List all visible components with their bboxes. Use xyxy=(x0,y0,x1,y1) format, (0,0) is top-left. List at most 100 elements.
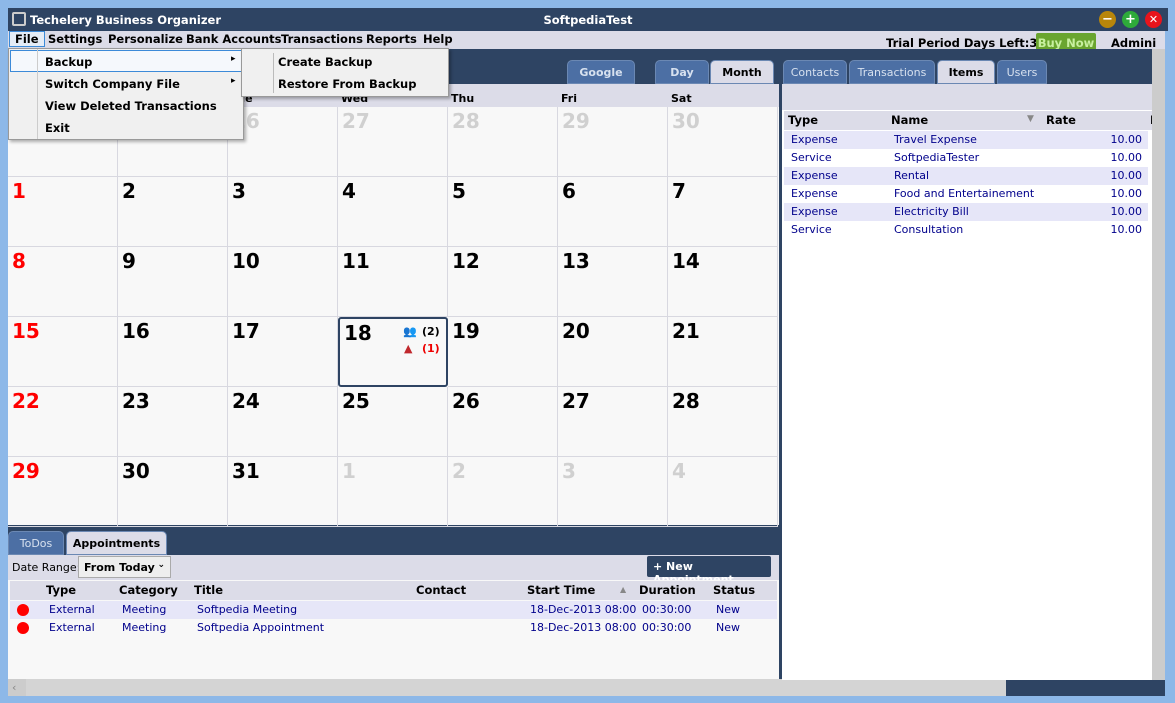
tab-users[interactable]: Users xyxy=(997,60,1047,84)
calendar-day[interactable]: 15 xyxy=(8,317,118,387)
tab-appointments[interactable]: Appointments xyxy=(66,531,167,555)
menu-transactions[interactable]: Transactions xyxy=(276,32,368,46)
calendar-day[interactable]: 22 xyxy=(8,387,118,457)
horizontal-scrollbar[interactable]: ‹ xyxy=(8,679,1006,696)
maximize-button[interactable]: + xyxy=(1122,11,1139,28)
col-duration[interactable]: Duration xyxy=(639,581,696,600)
calendar-day[interactable]: 7 xyxy=(668,177,778,247)
menu-item-restore-backup[interactable]: Restore From Backup xyxy=(278,77,416,91)
calendar-day[interactable]: 11 xyxy=(338,247,448,317)
day-number: 13 xyxy=(562,249,590,273)
calendar-day[interactable]: 4 xyxy=(668,457,778,527)
col-type[interactable]: Type xyxy=(46,581,76,600)
calendar-day[interactable]: 1 xyxy=(338,457,448,527)
cell-category: Meeting xyxy=(122,621,167,634)
col-start-time[interactable]: Start Time xyxy=(527,581,595,600)
calendar-day[interactable]: 13 xyxy=(558,247,668,317)
tab-todos[interactable]: ToDos xyxy=(8,531,64,555)
calendar-day[interactable]: 5 xyxy=(448,177,558,247)
day-number: 30 xyxy=(122,459,150,483)
calendar-day[interactable]: 27 xyxy=(558,387,668,457)
table-row[interactable]: Expense Food and Entertainement 10.00 xyxy=(784,185,1148,203)
scroll-left-icon[interactable]: ‹ xyxy=(12,681,16,694)
menu-help[interactable]: Help xyxy=(418,32,458,46)
sort-desc-icon: ▼ xyxy=(1027,114,1034,124)
day-header-thu: Thu xyxy=(451,92,475,105)
menu-reports[interactable]: Reports xyxy=(361,32,422,46)
calendar-day[interactable]: 12 xyxy=(448,247,558,317)
calendar-day[interactable]: 10 xyxy=(228,247,338,317)
table-row[interactable]: External Meeting Softpedia Meeting 18-Dec-2… xyxy=(10,601,777,619)
menu-settings[interactable]: Settings xyxy=(43,32,107,46)
col-type[interactable]: Type xyxy=(788,111,818,130)
calendar-day[interactable]: 24 xyxy=(228,387,338,457)
calendar-day[interactable]: 18 👥 (2) ▲ (1) xyxy=(338,317,448,387)
table-row[interactable]: Expense Rental 10.00 xyxy=(784,167,1148,185)
calendar-day[interactable]: 3 xyxy=(558,457,668,527)
tab-contacts[interactable]: Contacts xyxy=(783,60,847,84)
table-row[interactable]: External Meeting Softpedia Appointment 18-D… xyxy=(10,619,777,637)
minimize-button[interactable]: − xyxy=(1099,11,1116,28)
tab-google-sync[interactable]: Google Sync xyxy=(567,60,635,103)
table-row[interactable]: Expense Travel Expense 10.00 xyxy=(784,131,1148,149)
calendar-day[interactable]: 30 xyxy=(668,107,778,177)
date-range-select[interactable]: From Today ⌄ xyxy=(78,556,171,578)
calendar-day[interactable]: 30 xyxy=(118,457,228,527)
calendar-day[interactable]: 19 xyxy=(448,317,558,387)
calendar-day[interactable]: 1 xyxy=(8,177,118,247)
calendar-day[interactable]: 29 xyxy=(8,457,118,527)
calendar-day[interactable]: 29 xyxy=(558,107,668,177)
day-number: 27 xyxy=(342,109,370,133)
calendar-day[interactable]: 16 xyxy=(118,317,228,387)
table-row[interactable]: Service Consultation 10.00 xyxy=(784,221,1148,239)
calendar-day[interactable]: 28 xyxy=(668,387,778,457)
close-button[interactable]: ✕ xyxy=(1145,11,1162,28)
col-title[interactable]: Title xyxy=(194,581,223,600)
calendar-day[interactable]: 14 xyxy=(668,247,778,317)
calendar-day[interactable]: 26 xyxy=(228,107,338,177)
day-number: 5 xyxy=(452,179,466,203)
calendar-day[interactable]: 26 xyxy=(448,387,558,457)
calendar-day[interactable]: 3 xyxy=(228,177,338,247)
calendar-day[interactable]: 17 xyxy=(228,317,338,387)
cell-duration: 00:30:00 xyxy=(642,603,692,616)
tab-transactions[interactable]: Transactions xyxy=(849,60,935,84)
calendar-day[interactable]: 6 xyxy=(558,177,668,247)
menu-item-backup[interactable]: Backup xyxy=(45,55,92,69)
chevron-down-icon: ⌄ xyxy=(157,560,165,570)
calendar-day[interactable]: 2 xyxy=(118,177,228,247)
table-row[interactable]: Service SoftpediaTester 10.00 xyxy=(784,149,1148,167)
menu-bank-accounts[interactable]: Bank Accounts xyxy=(181,32,287,46)
cell-type: Service xyxy=(791,223,832,236)
col-category[interactable]: Category xyxy=(119,581,178,600)
calendar-day[interactable]: 8 xyxy=(8,247,118,317)
calendar-day[interactable]: 31 xyxy=(228,457,338,527)
calendar-day[interactable]: 9 xyxy=(118,247,228,317)
menu-item-switch-company[interactable]: Switch Company File xyxy=(45,77,180,91)
menu-file[interactable]: File xyxy=(9,31,45,47)
calendar-day[interactable]: 2 xyxy=(448,457,558,527)
tab-items[interactable]: Items xyxy=(937,60,995,84)
menu-personalize[interactable]: Personalize xyxy=(103,32,188,46)
col-rate[interactable]: Rate xyxy=(1046,111,1076,130)
menu-item-create-backup[interactable]: Create Backup xyxy=(278,55,372,69)
calendar-day[interactable]: 21 xyxy=(668,317,778,387)
calendar-day[interactable]: 27 xyxy=(338,107,448,177)
calendar-day[interactable]: 4 xyxy=(338,177,448,247)
calendar-day[interactable]: 25 xyxy=(338,387,448,457)
calendar-day[interactable]: 28 xyxy=(448,107,558,177)
col-name[interactable]: Name xyxy=(891,111,928,130)
menu-item-exit[interactable]: Exit xyxy=(45,121,70,135)
tab-day-view[interactable]: Day View xyxy=(655,60,709,103)
calendar-day[interactable]: 23 xyxy=(118,387,228,457)
calendar-day[interactable]: 20 xyxy=(558,317,668,387)
table-row[interactable]: Expense Electricity Bill 10.00 xyxy=(784,203,1148,221)
tab-month-view[interactable]: Month View xyxy=(710,60,774,103)
col-status[interactable]: Status xyxy=(713,581,755,600)
vertical-scrollbar[interactable] xyxy=(1152,49,1165,680)
col-contact[interactable]: Contact xyxy=(416,581,466,600)
new-appointment-button[interactable]: + New Appointment xyxy=(647,556,771,586)
menu-item-view-deleted[interactable]: View Deleted Transactions xyxy=(45,99,217,113)
cell-start: 18-Dec-2013 08:00 / xyxy=(530,621,639,634)
submenu-arrow-icon: ▸ xyxy=(231,76,236,86)
